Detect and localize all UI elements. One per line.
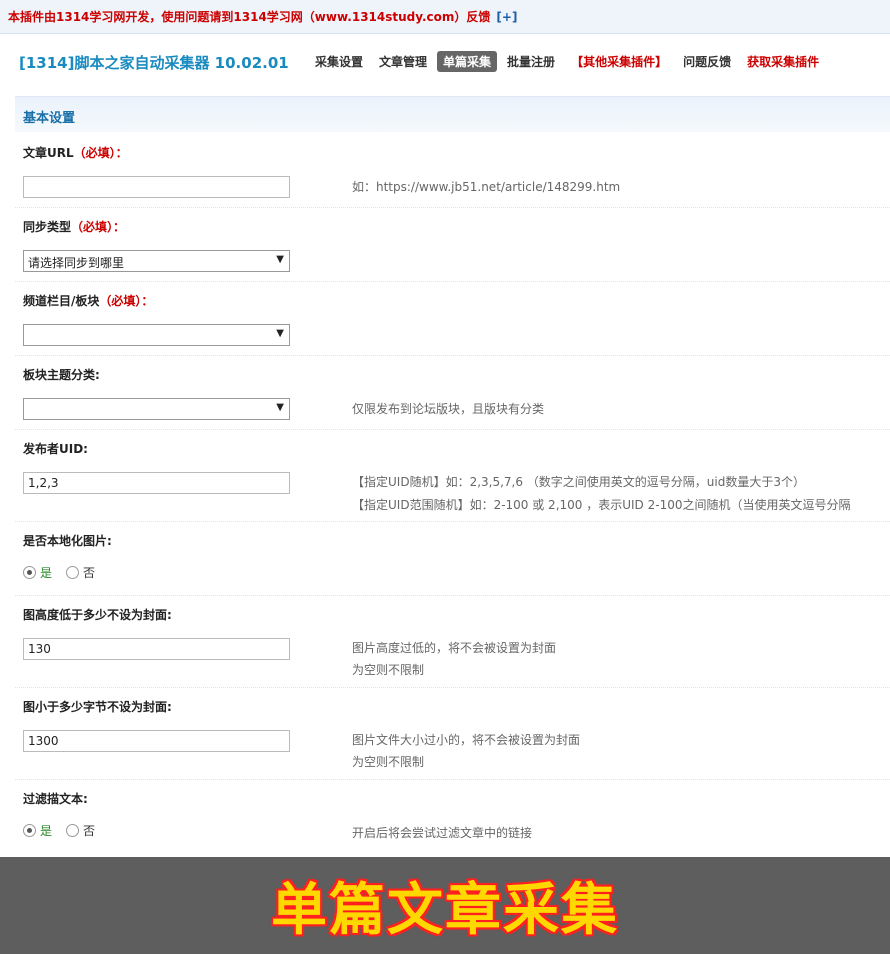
min-height-hint: 图片高度过低的，将不会被设置为封面 [352,641,557,655]
uid-hint-random: 【指定UID随机】如：2,3,5,7,6 （数字之间使用英文的逗号分隔，uid数… [352,475,806,489]
channel-label: 频道栏目/板块（必填）： [23,294,154,308]
thread-type-label: 板块主题分类: [23,368,100,382]
chevron-down-icon: ▼ [276,402,284,413]
row-thread-type: 板块主题分类: ▼ 仅限发布到论坛版块，且版块有分类 [15,356,890,430]
min-height-label: 图高度低于多少不设为封面: [23,608,172,622]
chevron-down-icon: ▼ [276,254,284,265]
sync-type-label: 同步类型（必填）： [23,220,126,234]
local-images-yes-radio[interactable] [23,566,36,579]
row-local-images: 是否本地化图片: 是 否 [15,522,890,596]
row-sync-type: 同步类型（必填）： 请选择同步到哪里 ▼ [15,208,890,282]
row-channel: 频道栏目/板块（必填）： ▼ [15,282,890,356]
promo-banner: 单篇文章采集 [0,857,890,954]
main-nav: 采集设置 文章管理 单篇采集 批量注册 【其他采集插件】 问题反馈 获取采集插件 [309,51,829,72]
min-height-hint-empty: 为空则不限制 [352,663,425,677]
channel-select[interactable]: ▼ [23,324,290,346]
min-height-input[interactable] [23,638,290,660]
tab-article-manage[interactable]: 文章管理 [373,51,433,72]
tab-collect-settings[interactable]: 采集设置 [309,51,369,72]
notice-expand-link[interactable]: [+] [496,10,517,24]
min-size-label: 图小于多少字节不设为封面: [23,700,172,714]
uid-hint-range: 【指定UID范围随机】如：2-100 或 2,100 ，表示UID 2-100之… [352,498,851,512]
filter-links-yes-label: 是 [40,824,53,838]
article-url-label: 文章URL（必填）： [23,146,128,160]
chevron-down-icon: ▼ [276,328,284,339]
plugin-header: [1314]脚本之家自动采集器 10.02.01 采集设置 文章管理 单篇采集 … [0,34,890,90]
tab-get-plugins[interactable]: 获取采集插件 [741,51,825,72]
filter-links-hint: 开启后将会尝试过滤文章中的链接 [352,826,533,840]
filter-links-no-label: 否 [83,824,96,838]
min-size-hint-empty: 为空则不限制 [352,755,425,769]
min-size-hint: 图片文件大小过小的，将不会被设置为封面 [352,733,581,747]
min-size-input[interactable] [23,730,290,752]
section-title: 基本设置 [15,96,890,132]
row-uid: 发布者UID: 【指定UID随机】如：2,3,5,7,6 （数字之间使用英文的逗… [15,430,890,522]
thread-type-select[interactable]: ▼ [23,398,290,420]
row-filter-links: 过滤描文本: 是 否 开启后将会尝试过滤文章中的链接 [15,780,890,857]
banner-text: 单篇文章采集 [271,878,619,943]
tab-batch-register[interactable]: 批量注册 [501,51,561,72]
local-images-radios: 是 否 [23,564,95,581]
filter-links-yes-radio[interactable] [23,824,36,837]
tab-other-plugins[interactable]: 【其他采集插件】 [565,51,673,72]
sync-type-select[interactable]: 请选择同步到哪里 ▼ [23,250,290,272]
notice-text: 本插件由1314学习网开发，使用问题请到1314学习网（www.1314stud… [8,10,491,24]
local-images-no-radio[interactable] [66,566,80,579]
article-url-hint: 如：https://www.jb51.net/article/148299.ht… [352,180,621,194]
filter-links-no-radio[interactable] [66,824,80,837]
uid-label: 发布者UID: [23,442,88,456]
uid-input[interactable] [23,472,290,494]
tab-single-collect[interactable]: 单篇采集 [437,51,498,72]
thread-type-hint: 仅限发布到论坛版块，且版块有分类 [352,402,545,416]
plugin-title: [1314]脚本之家自动采集器 10.02.01 [19,54,289,72]
row-article-url: 文章URL（必填）： 如：https://www.jb51.net/articl… [15,134,890,208]
local-images-yes-label: 是 [40,566,53,580]
local-images-no-label: 否 [83,566,96,580]
article-url-input[interactable] [23,176,290,198]
row-min-size: 图小于多少字节不设为封面: 图片文件大小过小的，将不会被设置为封面 为空则不限制 [15,688,890,780]
filter-links-label: 过滤描文本: [23,792,88,806]
tab-feedback[interactable]: 问题反馈 [677,51,737,72]
row-min-height: 图高度低于多少不设为封面: 图片高度过低的，将不会被设置为封面 为空则不限制 [15,596,890,688]
notice-bar: 本插件由1314学习网开发，使用问题请到1314学习网（www.1314stud… [0,0,890,34]
filter-links-radios: 是 否 [23,822,95,839]
local-images-label: 是否本地化图片: [23,534,112,548]
